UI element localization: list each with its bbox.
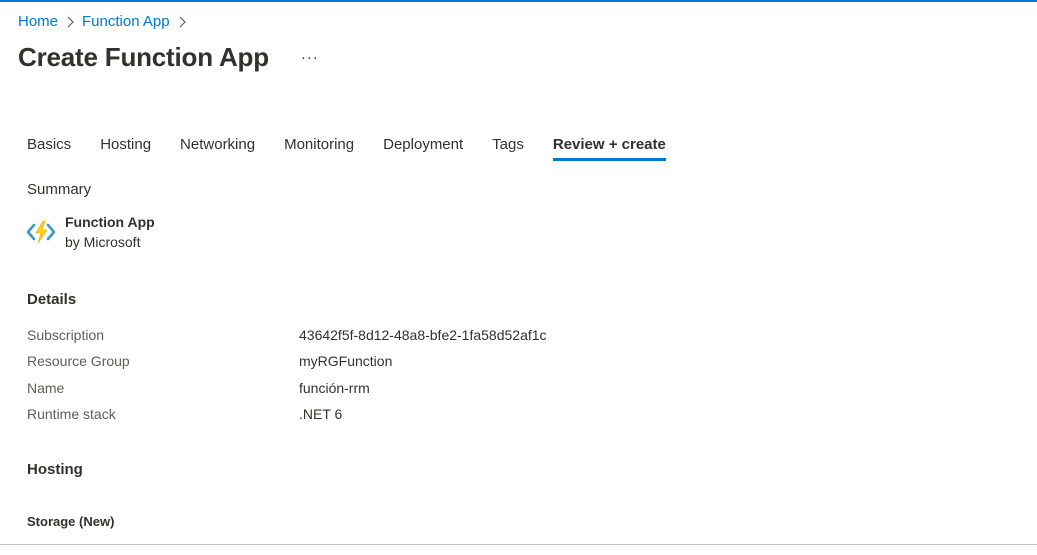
footer-divider <box>0 544 1037 545</box>
title-row: Create Function App ··· <box>18 42 323 73</box>
detail-row: Subscription 43642f5f-8d12-48a8-bfe2-1fa… <box>27 322 547 348</box>
breadcrumb-home-link[interactable]: Home <box>18 13 58 30</box>
chevron-right-icon <box>66 16 74 28</box>
tab-monitoring[interactable]: Monitoring <box>284 136 354 161</box>
detail-value: myRGFunction <box>299 353 393 370</box>
detail-row: Resource Group myRGFunction <box>27 348 547 374</box>
detail-row: Runtime stack .NET 6 <box>27 401 547 427</box>
breadcrumb: Home Function App <box>18 13 194 30</box>
product-publisher: by Microsoft <box>65 234 141 250</box>
tab-hosting[interactable]: Hosting <box>100 136 151 161</box>
chevron-right-icon <box>178 16 186 28</box>
page-title: Create Function App <box>18 42 269 72</box>
tab-review-create[interactable]: Review + create <box>552 136 666 161</box>
tab-networking[interactable]: Networking <box>180 136 255 161</box>
details-grid: Subscription 43642f5f-8d12-48a8-bfe2-1fa… <box>27 322 547 427</box>
detail-key: Runtime stack <box>27 406 116 423</box>
detail-key: Subscription <box>27 327 105 344</box>
detail-value: 43642f5f-8d12-48a8-bfe2-1fa58d52af1c <box>299 327 547 344</box>
wizard-tabs: Basics Hosting Networking Monitoring Dep… <box>27 136 695 161</box>
details-section-title: Details <box>27 291 77 308</box>
breadcrumb-function-app-link[interactable]: Function App <box>82 13 170 30</box>
tab-tags[interactable]: Tags <box>492 136 524 161</box>
detail-row: Name función-rrm <box>27 375 547 401</box>
product-name: Function App <box>65 214 155 230</box>
hosting-section-title: Hosting <box>27 461 83 478</box>
top-accent-line <box>0 0 1037 2</box>
more-options-button[interactable]: ··· <box>297 47 323 68</box>
detail-value: función-rrm <box>299 379 370 396</box>
summary-label: Summary <box>27 181 92 198</box>
function-app-icon <box>26 217 56 247</box>
detail-key: Resource Group <box>27 353 130 370</box>
product-text: Function App by Microsoft <box>65 213 155 253</box>
storage-subsection-title: Storage (New) <box>27 514 115 529</box>
product-summary: Function App by Microsoft <box>26 213 155 253</box>
tab-deployment[interactable]: Deployment <box>383 136 463 161</box>
detail-value: .NET 6 <box>299 406 343 423</box>
tab-basics[interactable]: Basics <box>27 136 71 161</box>
detail-key: Name <box>27 379 65 396</box>
